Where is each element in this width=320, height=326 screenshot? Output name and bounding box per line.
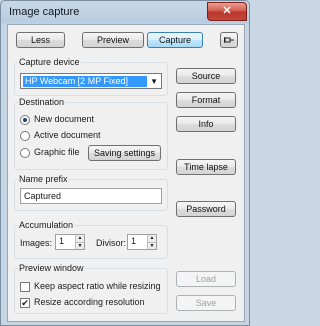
info-button[interactable]: Info [176, 116, 236, 132]
radio-graphic-file[interactable] [20, 148, 30, 158]
preview-window-group [14, 268, 168, 314]
capture-device-label: Capture device [18, 57, 81, 67]
image-capture-window: Image capture ✕ Less Preview Capture Cap… [0, 0, 250, 326]
pin-button[interactable] [220, 32, 238, 48]
dialog-client-area: Less Preview Capture Capture device HP W… [7, 24, 245, 322]
checkmark-icon: ✔ [21, 298, 29, 308]
capture-device-select[interactable]: HP Webcam [2 MP Fixed] ▼ [20, 73, 162, 89]
spin-up-icon[interactable]: ▲ [75, 235, 84, 242]
saving-settings-button[interactable]: Saving settings [88, 145, 161, 161]
divisor-label: Divisor: [96, 238, 127, 248]
destination-label: Destination [18, 97, 66, 107]
radio-graphic-file-label: Graphic file [34, 147, 80, 157]
pin-icon [224, 37, 234, 43]
resize-resolution-checkbox[interactable]: ✔ [20, 298, 30, 308]
password-button[interactable]: Password [176, 201, 236, 217]
keep-aspect-checkbox[interactable] [20, 282, 30, 292]
radio-active-document[interactable] [20, 131, 30, 141]
capture-button[interactable]: Capture [147, 32, 203, 48]
radio-new-document-label: New document [34, 114, 95, 124]
spin-down-icon[interactable]: ▼ [75, 242, 84, 249]
spin-down-icon[interactable]: ▼ [147, 242, 156, 249]
name-prefix-label: Name prefix [18, 174, 69, 184]
name-prefix-input[interactable]: Captured [20, 188, 162, 204]
preview-button[interactable]: Preview [82, 32, 144, 48]
radio-new-document[interactable] [20, 115, 30, 125]
accumulation-label: Accumulation [18, 220, 75, 230]
source-button[interactable]: Source [176, 68, 236, 84]
time-lapse-button[interactable]: Time lapse [176, 159, 236, 175]
images-stepper[interactable]: 1 ▲ ▼ [55, 234, 85, 250]
preview-window-label: Preview window [18, 263, 85, 273]
save-button[interactable]: Save [176, 295, 236, 311]
capture-device-value: HP Webcam [2 MP Fixed] [23, 76, 147, 87]
divisor-value: 1 [131, 236, 137, 246]
spin-up-icon[interactable]: ▲ [147, 235, 156, 242]
window-title: Image capture [9, 6, 80, 18]
less-button[interactable]: Less [16, 32, 65, 48]
close-button[interactable]: ✕ [207, 2, 247, 21]
keep-aspect-label: Keep aspect ratio while resizing [34, 281, 161, 291]
divisor-stepper[interactable]: 1 ▲ ▼ [127, 234, 157, 250]
close-icon: ✕ [222, 5, 232, 17]
images-label: Images: [20, 238, 53, 248]
resize-resolution-label: Resize according resolution [34, 297, 145, 307]
chevron-down-icon: ▼ [150, 77, 158, 86]
format-button[interactable]: Format [176, 92, 236, 108]
radio-active-document-label: Active document [34, 130, 101, 140]
images-value: 1 [59, 236, 65, 246]
load-button[interactable]: Load [176, 271, 236, 287]
